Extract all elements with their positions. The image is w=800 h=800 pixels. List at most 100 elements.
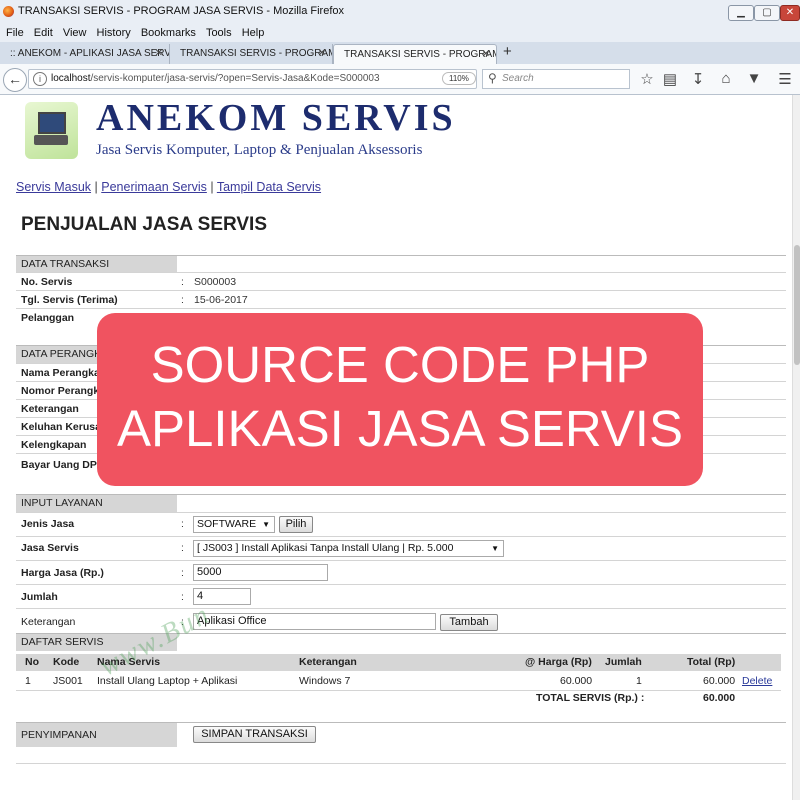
url-bar[interactable]: i localhost/servis-komputer/jasa-servis/…	[28, 69, 492, 89]
col-header: @ Harga (Rp)	[525, 656, 592, 668]
cell-harga: 60.000	[560, 675, 593, 687]
tab-label: TRANSAKSI SERVIS - PROGRAM JASA SERVIS	[180, 48, 333, 59]
window-title: TRANSAKSI SERVIS - PROGRAM JASA SERVIS -…	[18, 5, 345, 17]
menu-help[interactable]: Help	[242, 24, 265, 42]
hamburger-menu-icon[interactable]: ☰	[776, 70, 794, 88]
field-label: Pelanggan	[21, 312, 75, 324]
colon: :	[181, 591, 184, 603]
harga-jasa-input[interactable]: 5000	[193, 564, 328, 581]
pos-monitor-icon	[38, 112, 66, 134]
cell-jumlah: 1	[636, 675, 642, 687]
promo-line-2: APLIKASI JASA SERVIS	[116, 400, 683, 457]
promo-banner: SOURCE CODE PHP APLIKASI JASA SERVIS	[97, 313, 703, 486]
section-data-transaksi: DATA TRANSAKSI	[16, 255, 786, 273]
zoom-level-badge[interactable]: 110%	[442, 72, 476, 85]
section-penyimpanan: PENYIMPANAN SIMPAN TRANSAKSI	[16, 722, 786, 747]
link-separator: |	[94, 180, 98, 194]
field-label: Kelengkapan	[21, 439, 87, 451]
star-icon[interactable]: ☆	[638, 70, 656, 88]
colon: :	[181, 276, 184, 288]
row-jumlah: Jumlah : 4	[16, 584, 786, 609]
top-nav-links: Servis Masuk | Penerimaan Servis | Tampi…	[16, 180, 321, 194]
pilih-button[interactable]: Pilih	[279, 516, 313, 533]
cell-keterangan: Windows 7	[299, 675, 351, 687]
pocket-icon[interactable]: ▼	[745, 70, 763, 87]
jenis-jasa-select[interactable]: SOFTWARE ▼	[193, 516, 275, 533]
cell-kode: JS001	[53, 675, 83, 687]
section-input-layanan: INPUT LAYANAN	[16, 494, 786, 512]
tab-strip: :: ANEKOM - APLIKASI JASA SERVIS ✕ TRANS…	[0, 42, 800, 64]
menu-file[interactable]: File	[6, 24, 24, 42]
menu-bar: File Edit View History Bookmarks Tools H…	[0, 24, 800, 42]
menu-history[interactable]: History	[97, 24, 131, 42]
info-icon[interactable]: i	[33, 72, 47, 86]
page-scrollbar[interactable]	[792, 95, 800, 800]
field-label: Harga Jasa (Rp.)	[21, 567, 104, 579]
download-icon[interactable]: ↧	[689, 70, 707, 88]
link-penerimaan-servis[interactable]: Penerimaan Servis	[101, 180, 207, 194]
row-keterangan: Keterangan : Aplikasi Office Tambah	[16, 608, 786, 633]
firefox-logo-icon	[3, 6, 14, 17]
menu-bookmarks[interactable]: Bookmarks	[141, 24, 196, 42]
total-label: TOTAL SERVIS (Rp.) :	[536, 692, 645, 704]
tab-anekom[interactable]: :: ANEKOM - APLIKASI JASA SERVIS ✕	[0, 44, 170, 64]
tgl-servis-value: 15-06-2017	[194, 294, 248, 306]
pos-base-icon	[34, 135, 68, 145]
menu-edit[interactable]: Edit	[34, 24, 53, 42]
tambah-button[interactable]: Tambah	[440, 614, 498, 631]
col-header: Kode	[53, 656, 80, 668]
link-separator: |	[210, 180, 214, 194]
field-label: Jumlah	[21, 591, 58, 603]
table-row: 1 JS001 Install Ulang Laptop + Aplikasi …	[16, 673, 781, 691]
field-label: Nomor Perangk	[21, 385, 100, 397]
search-icon: ⚲	[488, 71, 497, 85]
menu-view[interactable]: View	[63, 24, 87, 42]
home-icon[interactable]: ⌂	[717, 70, 735, 87]
new-tab-button[interactable]: +	[503, 43, 512, 60]
table-total-row: TOTAL SERVIS (Rp.) : 60.000	[16, 690, 781, 707]
clipboard-icon[interactable]: ▤	[661, 70, 679, 88]
maximize-button[interactable]: ▢	[754, 5, 780, 21]
link-servis-masuk[interactable]: Servis Masuk	[16, 180, 91, 194]
close-window-button[interactable]: ✕	[780, 5, 800, 21]
tab-label: TRANSAKSI SERVIS - PROGRAM JASA SERVIS	[344, 49, 497, 60]
minimize-button[interactable]: ▁	[728, 5, 754, 21]
divider	[16, 763, 786, 765]
link-tampil-data-servis[interactable]: Tampil Data Servis	[217, 180, 321, 194]
page-title: PENJUALAN JASA SERVIS	[21, 214, 268, 235]
navigation-toolbar: ← i localhost/servis-komputer/jasa-servi…	[0, 64, 800, 95]
total-value: 60.000	[703, 692, 736, 704]
col-header: Keterangan	[299, 656, 357, 668]
search-input[interactable]: ⚲ Search	[482, 69, 630, 89]
field-label: Jasa Servis	[21, 542, 79, 554]
url-text[interactable]: localhost/servis-komputer/jasa-servis/?o…	[51, 73, 380, 84]
back-arrow-icon[interactable]: ←	[3, 68, 27, 92]
keterangan-input[interactable]: Aplikasi Office	[193, 613, 436, 630]
jasa-servis-select[interactable]: [ JS003 ] Install Aplikasi Tanpa Install…	[193, 540, 504, 557]
jenis-jasa-value: SOFTWARE	[197, 518, 257, 530]
col-header: No	[25, 656, 39, 668]
col-header: Total (Rp)	[687, 656, 736, 668]
window-titlebar: TRANSAKSI SERVIS - PROGRAM JASA SERVIS -…	[0, 0, 800, 24]
row-jenis-jasa: Jenis Jasa : SOFTWARE ▼ Pilih	[16, 512, 786, 537]
field-label: Tgl. Servis (Terima)	[21, 294, 118, 306]
tab-close-icon[interactable]: ✕	[482, 45, 490, 64]
chevron-down-icon: ▼	[262, 520, 270, 529]
site-logo	[25, 102, 78, 159]
section-label: INPUT LAYANAN	[16, 495, 177, 512]
no-servis-value: S000003	[194, 276, 237, 288]
colon: :	[181, 294, 184, 306]
search-placeholder: Search	[502, 73, 534, 84]
simpan-transaksi-button[interactable]: SIMPAN TRANSAKSI	[193, 726, 316, 743]
tab-transaksi-active[interactable]: TRANSAKSI SERVIS - PROGRAM JASA SERVIS ✕	[333, 44, 497, 64]
site-brand: ANEKOM SERVIS	[96, 97, 456, 139]
tab-close-icon[interactable]: ✕	[155, 44, 163, 64]
menu-tools[interactable]: Tools	[206, 24, 232, 42]
delete-link[interactable]: Delete	[742, 673, 772, 690]
field-label: Bayar Uang DP	[21, 459, 97, 471]
tab-transaksi-1[interactable]: TRANSAKSI SERVIS - PROGRAM JASA SERVIS ✕	[170, 44, 333, 64]
tab-close-icon[interactable]: ✕	[318, 44, 326, 64]
field-label: Jenis Jasa	[21, 518, 75, 530]
section-label: PENYIMPANAN	[16, 723, 177, 747]
scrollbar-thumb[interactable]	[794, 245, 800, 365]
